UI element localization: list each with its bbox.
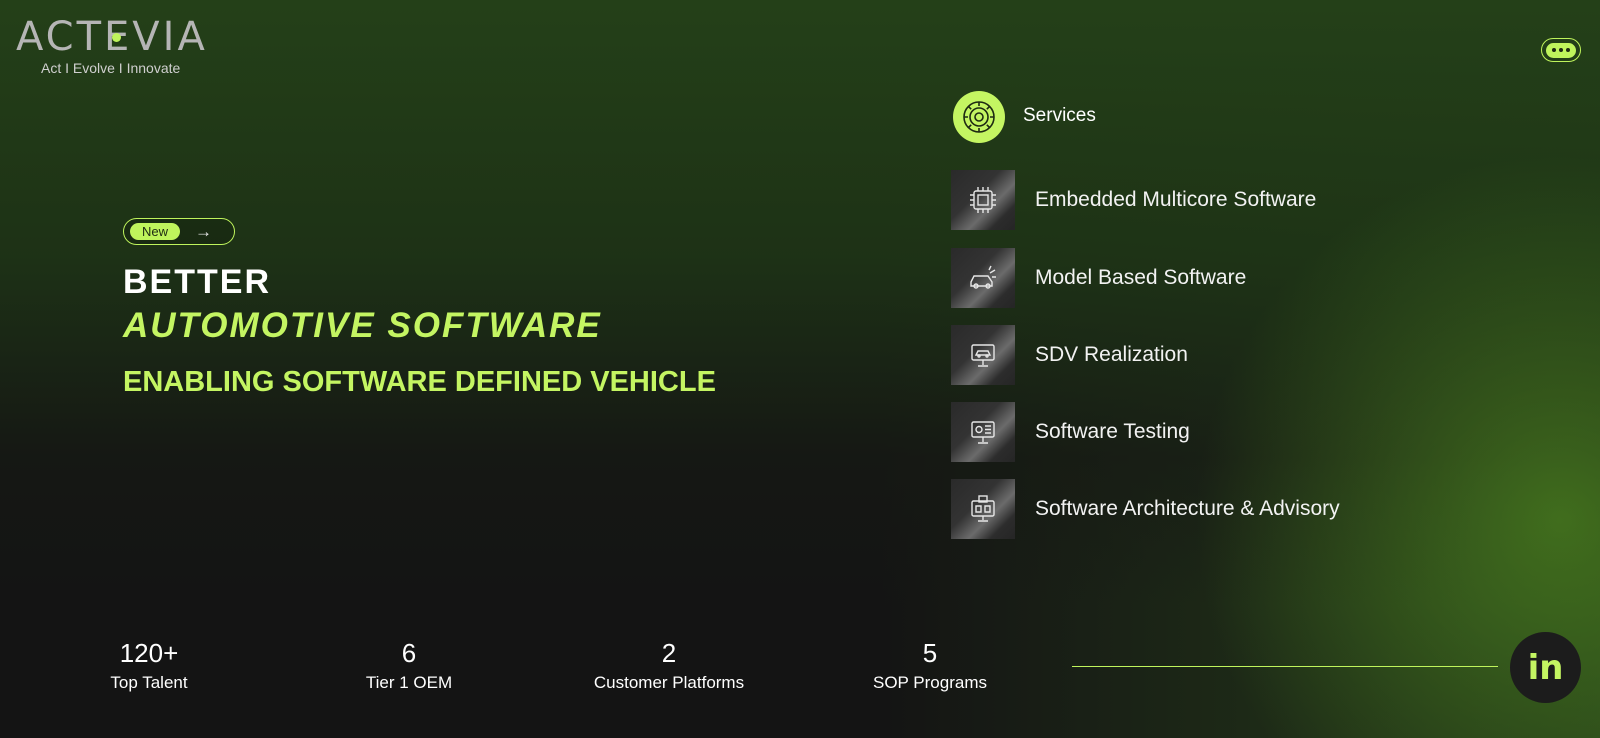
- menu-button[interactable]: [1541, 38, 1581, 62]
- stat-label: Top Talent: [110, 673, 188, 692]
- more-dots-icon: [1546, 42, 1576, 58]
- service-item-sdv[interactable]: SDV Realization: [951, 325, 1188, 385]
- linkedin-button[interactable]: in: [1510, 632, 1581, 703]
- service-label: Embedded Multicore Software: [1035, 188, 1317, 211]
- stat-label: Tier 1 OEM: [365, 673, 453, 692]
- service-item-architecture[interactable]: Software Architecture & Advisory: [951, 479, 1340, 539]
- stat-label: SOP Programs: [872, 673, 987, 692]
- hero-title-line2: AUTOMOTIVE SOFTWARE: [123, 306, 602, 345]
- hero-subtitle: ENABLING SOFTWARE DEFINED VEHICLE: [123, 366, 716, 398]
- linkedin-icon: in: [1527, 647, 1564, 688]
- service-label: Software Architecture & Advisory: [1035, 497, 1340, 520]
- vehicle-monitor-icon: [971, 344, 995, 367]
- arrow-right-icon: →: [195, 222, 212, 241]
- stat-top-talent: 120+ Top Talent: [49, 638, 249, 693]
- chip-icon: [970, 187, 996, 213]
- service-item-model-based[interactable]: Model Based Software: [951, 248, 1246, 308]
- service-tile: [951, 325, 1015, 385]
- monitor-gear-icon: [971, 421, 995, 444]
- stat-value: 120+: [119, 638, 179, 668]
- hero-title-line1: BETTER: [123, 263, 271, 301]
- stat-tier1-oem: 6 Tier 1 OEM: [309, 638, 509, 693]
- stat-value: 5: [922, 638, 938, 668]
- stat-label: Customer Platforms: [593, 673, 745, 692]
- service-label: Model Based Software: [1035, 266, 1247, 289]
- service-label: SDV Realization: [1035, 343, 1188, 366]
- new-badge[interactable]: New →: [123, 218, 235, 245]
- car-icon: [970, 265, 996, 289]
- service-tile: [951, 402, 1015, 462]
- service-tile: [951, 248, 1015, 308]
- stat-sop-programs: 5 SOP Programs: [830, 638, 1030, 693]
- new-badge-label: New: [130, 223, 180, 240]
- service-tile: [951, 479, 1015, 539]
- service-item-embedded[interactable]: Embedded Multicore Software: [951, 170, 1316, 230]
- stats-divider-line: [1072, 666, 1498, 667]
- services-gear-icon: [953, 91, 1005, 143]
- service-item-testing[interactable]: Software Testing: [951, 402, 1190, 462]
- monitor-architecture-icon: [971, 495, 995, 522]
- stat-customer-platforms: 2 Customer Platforms: [569, 638, 769, 693]
- service-tile: [951, 170, 1015, 230]
- services-heading[interactable]: Services: [1023, 105, 1096, 127]
- stat-value: 2: [661, 638, 677, 668]
- logo-accent-dot: [112, 33, 121, 42]
- stat-value: 6: [401, 638, 417, 668]
- service-label: Software Testing: [1035, 420, 1190, 443]
- brand-tagline: Act I Evolve I Innovate: [41, 60, 181, 76]
